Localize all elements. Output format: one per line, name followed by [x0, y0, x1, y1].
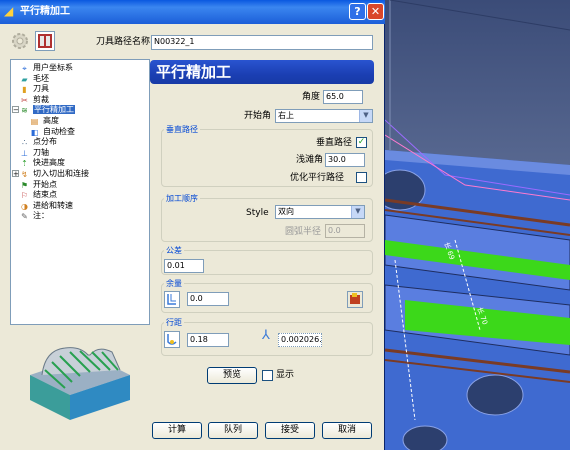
display-label: 显示 [276, 370, 295, 380]
tree-item[interactable]: ⚐ 结束点 [19, 189, 57, 200]
allowance-input[interactable]: 0.0 [187, 292, 229, 306]
tree-item[interactable]: ≋ 平行精加工 [19, 104, 75, 115]
machining-order-group-title: 加工顺序 [164, 193, 200, 204]
arc-radius-input[interactable]: 0.0 [325, 224, 365, 238]
tree-item-label: 剪裁 [33, 94, 49, 104]
page-title: 平行精加工 [150, 60, 374, 84]
app-icon: ◢ [4, 4, 14, 18]
angle-input[interactable]: 65.0 [323, 90, 363, 104]
component-allowance-icon[interactable] [347, 291, 363, 308]
tree-item-label: 切入切出和连接 [33, 169, 89, 178]
tree-item-label: 平行精加工 [33, 105, 75, 115]
title-bar[interactable]: ◢ 平行精加工 ? ✕ [0, 0, 385, 24]
allowance-icon[interactable] [164, 291, 180, 308]
start-corner-select[interactable]: 右上 ▼ [275, 109, 373, 123]
toolpath-editor-icon[interactable] [35, 31, 55, 51]
tree-item[interactable]: ▮ 刀具 [19, 83, 49, 94]
arc-radius-label: 圆弧半径 [285, 227, 322, 237]
tree-item[interactable]: ✎ 注： [19, 210, 49, 221]
raster-finish-dialog: ◢ 平行精加工 ? ✕ 刀具路径名称 N00322_1 ⌖ 用户坐标系 ▰ 毛坯 ▮ 刀具… [0, 0, 385, 450]
tree-item-label: 点分布 [33, 137, 57, 147]
checkmark-icon: ✓ [357, 137, 366, 147]
stepover-group-title: 行距 [164, 317, 184, 328]
stepover-icon[interactable] [164, 331, 180, 348]
strategy-tree[interactable]: ⌖ 用户坐标系 ▰ 毛坯 ▮ 刀具 ✂ 剪裁 ≋ 平行精加工 ▤ 高度 ◧ 自动检查 ∴ 点分布 ⊥ 刀轴 ⇡ 快进高… [10, 59, 150, 325]
close-button[interactable]: ✕ [367, 3, 384, 20]
tree-item[interactable]: ◑ 进给和转速 [19, 200, 73, 211]
optimize-path-checkbox[interactable] [356, 172, 367, 183]
tree-item-label: 快进高度 [33, 158, 65, 168]
tree-item-label: 用户坐标系 [33, 63, 73, 72]
shallow-angle-label: 浅滩角 [296, 155, 324, 165]
style-value: 双向 [278, 207, 294, 216]
collapse-icon[interactable]: − [12, 106, 19, 114]
tree-item-label: 毛坯 [33, 73, 49, 83]
toolpath-name-input[interactable]: N00322_1 [151, 35, 373, 50]
part-model [385, 0, 570, 450]
cusp-height-icon: ⅄ [262, 328, 270, 343]
cad-viewport[interactable]: 长 69 长 70 [385, 0, 570, 450]
tree-item-label: 进给和转速 [33, 200, 73, 210]
calculate-button[interactable]: 计算 [152, 422, 202, 439]
cusp-height-input[interactable]: 0.002026. [278, 333, 322, 347]
display-checkbox[interactable] [262, 370, 273, 381]
tree-item[interactable]: ▰ 毛坯 [19, 73, 49, 84]
accept-button[interactable]: 接受 [265, 422, 315, 439]
toolpath-name-label: 刀具路径名称 [96, 37, 151, 47]
tolerance-input[interactable]: 0.01 [164, 259, 204, 273]
preview-button[interactable]: 预览 [207, 367, 257, 384]
tree-item-label: 结束点 [33, 190, 57, 200]
tolerance-group-title: 公差 [164, 245, 184, 256]
tree-item-label: 注： [33, 211, 49, 221]
notes-icon: ✎ [21, 212, 28, 222]
vertical-path-checkbox[interactable]: ✓ [356, 137, 367, 148]
chevron-down-icon: ▼ [359, 110, 372, 122]
tree-item-label: 开始点 [33, 179, 57, 189]
tree-item[interactable]: ∴ 点分布 [19, 136, 57, 147]
optimize-path-label: 优化平行路径 [290, 173, 345, 183]
tree-item-label: 高度 [43, 116, 59, 125]
window-title: 平行精加工 [20, 6, 70, 17]
settings-icon[interactable] [10, 31, 30, 51]
shallow-angle-input[interactable]: 30.0 [325, 153, 365, 167]
tree-item[interactable]: ↯ 切入切出和连接 [19, 168, 89, 179]
angle-label: 角度 [302, 92, 321, 102]
tree-item[interactable]: ✂ 剪裁 [19, 94, 49, 105]
style-select[interactable]: 双向 ▼ [275, 205, 365, 219]
tree-item-label: 自动检查 [43, 126, 75, 136]
tree-item-label: 刀轴 [33, 147, 49, 157]
strategy-preview-image [20, 330, 135, 425]
tree-item[interactable]: ⌖ 用户坐标系 [19, 62, 73, 73]
queue-button[interactable]: 队列 [208, 422, 258, 439]
chevron-down-icon: ▼ [351, 206, 364, 218]
tree-item[interactable]: ⇡ 快进高度 [19, 157, 65, 168]
cancel-button[interactable]: 取消 [322, 422, 372, 439]
start-corner-value: 右上 [278, 111, 294, 120]
help-button[interactable]: ? [349, 3, 366, 20]
tree-item[interactable]: ⚑ 开始点 [19, 179, 57, 190]
expand-icon[interactable]: + [12, 170, 19, 178]
allowance-group-title: 余量 [164, 278, 184, 289]
start-corner-label: 开始角 [244, 111, 272, 121]
vertical-path-group-title: 垂直路径 [164, 124, 200, 135]
style-label: Style [246, 208, 269, 218]
stepover-input[interactable]: 0.18 [187, 333, 229, 347]
tree-item[interactable]: ◧ 自动检查 [29, 126, 75, 137]
vertical-path-label: 垂直路径 [316, 138, 353, 148]
tree-item[interactable]: ▤ 高度 [29, 115, 59, 126]
tree-item[interactable]: ⊥ 刀轴 [19, 147, 49, 158]
tree-item-label: 刀具 [33, 84, 49, 94]
